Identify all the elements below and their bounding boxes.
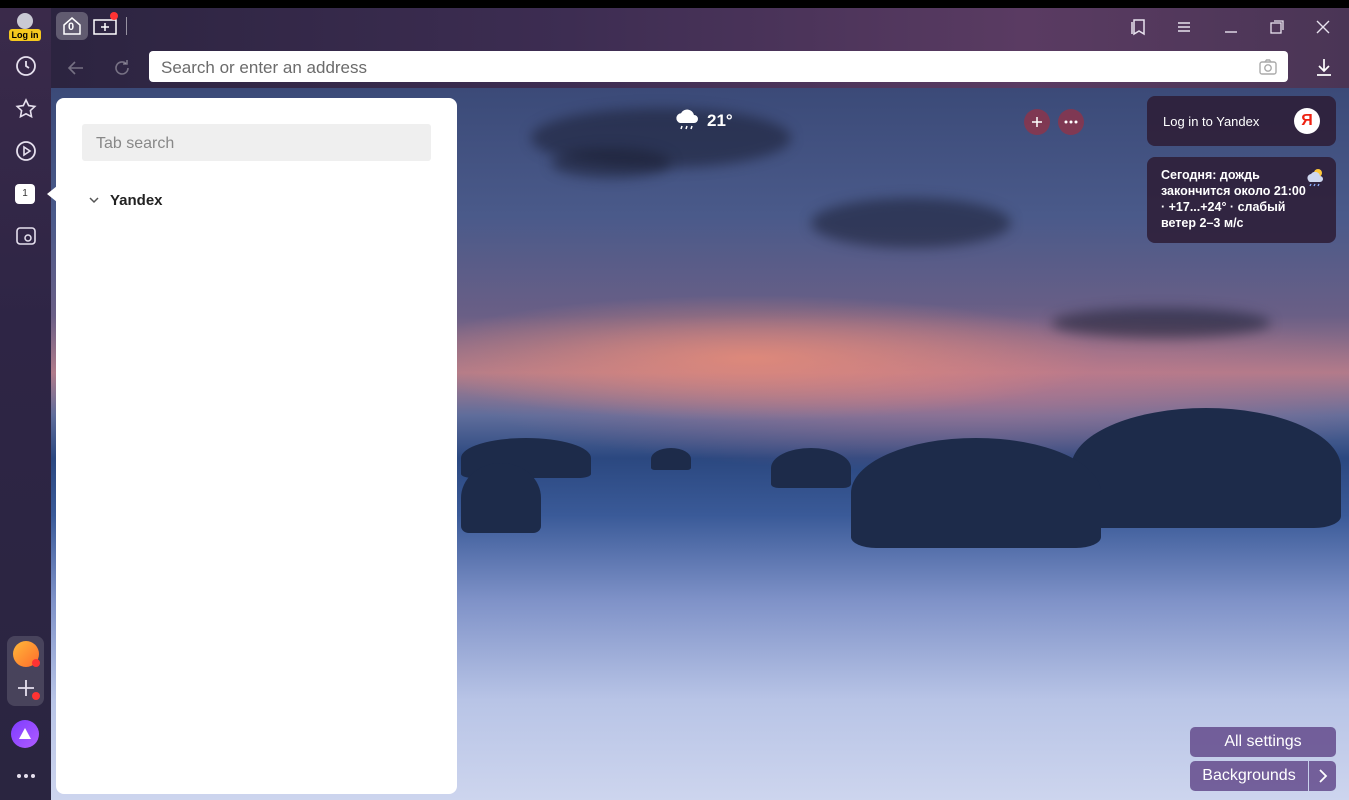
address-bar: [149, 51, 1288, 84]
mountain: [1071, 408, 1341, 528]
close-icon: [1316, 20, 1330, 34]
tab-divider: [126, 17, 127, 35]
tab-search-input[interactable]: [94, 124, 428, 163]
new-tab-notification-dot: [110, 12, 118, 20]
dots-icon: [1064, 120, 1078, 124]
chevron-down-icon: [89, 197, 99, 204]
bookmarks-button[interactable]: [12, 95, 40, 123]
plus-icon: [1032, 117, 1042, 127]
screenshot-button[interactable]: [12, 222, 40, 250]
add-widget-button[interactable]: [1024, 109, 1050, 135]
history-button[interactable]: [12, 52, 40, 80]
video-play-icon: [16, 141, 36, 161]
chevron-right-icon: [1318, 769, 1327, 783]
more-icon: [17, 774, 35, 778]
collections-button[interactable]: [1127, 16, 1149, 38]
minimize-icon: [1225, 31, 1237, 33]
add-notification-dot: [32, 692, 40, 700]
bookmarks-star-icon: [15, 98, 37, 119]
close-button[interactable]: [1312, 16, 1334, 38]
back-icon: [67, 61, 83, 75]
next-background-button[interactable]: [1309, 761, 1336, 791]
new-tab-button[interactable]: [92, 12, 118, 38]
cloud: [1051, 308, 1271, 338]
mail-notification-dot: [32, 659, 40, 667]
tab-group-yandex[interactable]: Yandex: [88, 190, 163, 210]
menu-button[interactable]: [1173, 16, 1195, 38]
screenshot-icon: [16, 227, 36, 245]
tab-home[interactable]: 0: [56, 12, 88, 40]
rain-cloud-icon: [676, 109, 698, 130]
login-yandex-label: Log in to Yandex: [1163, 114, 1260, 129]
weather-widget[interactable]: 21°: [673, 106, 733, 136]
open-tabs-count[interactable]: 1: [15, 184, 35, 204]
mountain: [461, 463, 541, 533]
alice-icon[interactable]: [11, 720, 39, 748]
tab-panel: Yandex: [56, 98, 457, 794]
backgrounds-button[interactable]: Backgrounds: [1190, 761, 1308, 791]
download-icon: [1317, 59, 1331, 76]
weather-temperature: 21°: [707, 111, 733, 130]
alice-triangle-icon: [19, 728, 31, 739]
login-avatar[interactable]: Log in: [9, 11, 41, 43]
history-icon: [16, 56, 36, 76]
maximize-icon: [1270, 20, 1284, 34]
mountain: [851, 438, 1101, 548]
widget-menu-button[interactable]: [1058, 109, 1084, 135]
collections-icon: [1131, 19, 1145, 36]
reload-button[interactable]: [111, 57, 133, 79]
top-border: [0, 0, 1349, 8]
tab-group-label: Yandex: [110, 191, 163, 209]
minimize-button[interactable]: [1220, 16, 1242, 38]
yandex-logo-icon: Я: [1294, 108, 1320, 134]
back-button[interactable]: [65, 57, 87, 79]
menu-icon: [1178, 22, 1190, 32]
cloud: [551, 148, 671, 178]
cloud: [811, 198, 1011, 248]
video-button[interactable]: [12, 137, 40, 165]
maximize-button[interactable]: [1266, 16, 1288, 38]
all-settings-button[interactable]: All settings: [1190, 727, 1336, 757]
address-input[interactable]: [159, 51, 1243, 84]
tab-search-box: [82, 124, 431, 163]
more-button[interactable]: [12, 762, 40, 790]
camera-icon[interactable]: [1258, 57, 1278, 77]
mountain: [771, 448, 851, 488]
sun-rain-icon: [1307, 169, 1323, 187]
mountain: [651, 448, 691, 470]
login-badge: Log in: [9, 29, 41, 41]
tab-home-count: 0: [68, 21, 75, 33]
user-icon: [17, 13, 33, 29]
downloads-button[interactable]: [1313, 56, 1335, 78]
forecast-text: Сегодня: дождь закончится около 21:00 · …: [1161, 168, 1306, 230]
reload-icon: [115, 60, 129, 75]
